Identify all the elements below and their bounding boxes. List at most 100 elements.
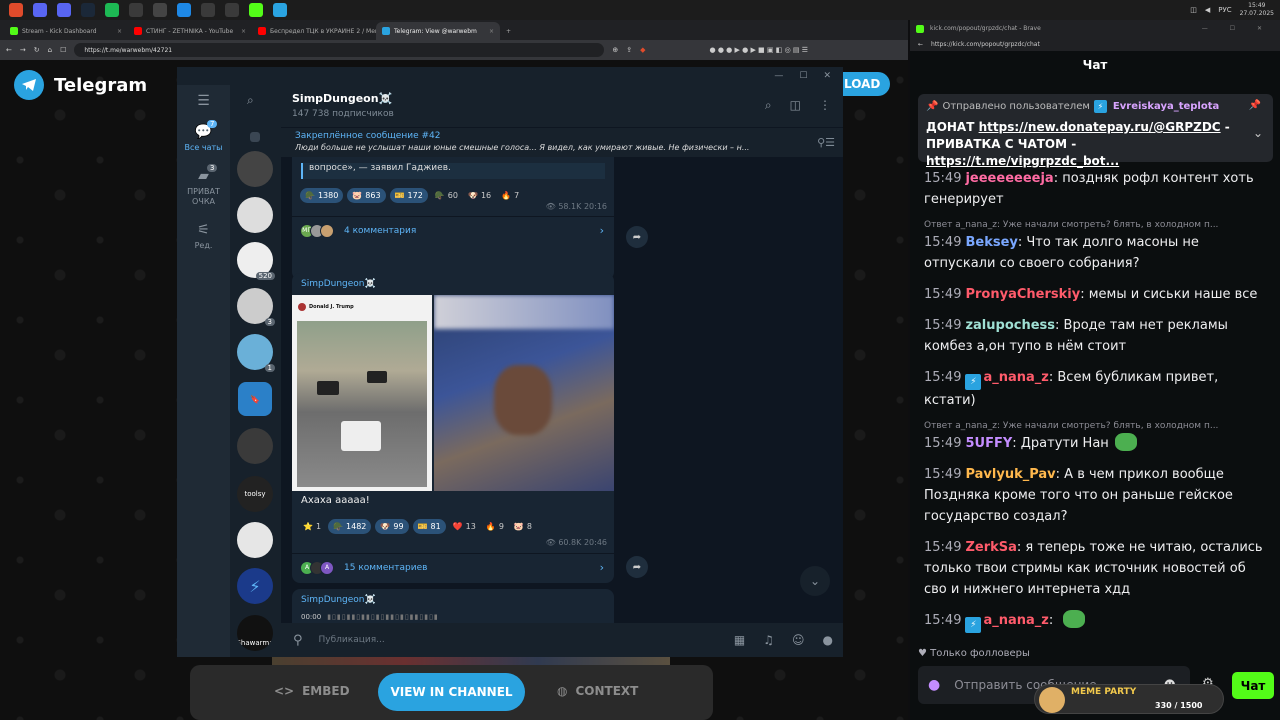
share-button[interactable]: ➦ [626, 226, 648, 248]
chevron-down-icon[interactable]: ⌄ [1253, 126, 1263, 140]
schedule-icon[interactable]: ▦ [734, 633, 745, 647]
folder-tab[interactable]: ⚟ Ред. [177, 221, 230, 251]
reaction-chip[interactable]: 🪖 1380 [300, 188, 344, 203]
close-tab-icon[interactable]: × [117, 28, 122, 35]
message-username[interactable]: Pavlyuk_Pav [965, 467, 1055, 482]
home-icon[interactable]: ⌂ [48, 46, 52, 54]
archive-icon[interactable] [250, 132, 260, 142]
unpin-icon[interactable]: 📌 [1249, 100, 1261, 111]
message-username[interactable]: zalupochess [965, 318, 1055, 333]
chat-avatar[interactable]: 🔖 [238, 382, 272, 416]
audio-player[interactable]: 00:00 ▮▯▮▯▮▮▯▮▮▯▮▯▮▮▯▮▯▮▮▯▮▯▮ [301, 613, 439, 621]
kick-icon[interactable] [249, 3, 263, 17]
pinned-message[interactable]: Закреплённое сообщение #42 Люди больше н… [281, 127, 843, 157]
chat-avatar[interactable] [237, 428, 273, 464]
message-username[interactable]: 5UFFY [965, 436, 1012, 451]
browser-tab[interactable]: Stream - Kick Dashboard × [4, 22, 128, 40]
message-username[interactable]: a_nana_z [983, 370, 1048, 385]
scroll-down-button[interactable]: ⌄ [800, 566, 830, 596]
close-tab-icon[interactable]: × [489, 28, 494, 35]
chat-avatar[interactable] [237, 197, 273, 233]
monitor-icon[interactable] [129, 3, 143, 17]
donate-link[interactable]: https://new.donatepay.ru/@GRPZDC [979, 120, 1221, 134]
chat-avatar[interactable]: 1 [237, 334, 275, 372]
reaction-chip[interactable]: ⭐ 1 [300, 519, 324, 534]
message-username[interactable]: Beksey [965, 235, 1017, 250]
chat-avatar[interactable]: Shawarma [237, 615, 273, 651]
url-field[interactable]: https://kick.com/popout/grpzdc/chat [931, 41, 1040, 48]
volume-icon[interactable]: ◀ [1205, 6, 1210, 14]
chat-avatar[interactable]: toolsy [237, 476, 273, 512]
terminal-icon[interactable] [225, 3, 239, 17]
download-button[interactable]: LOAD [836, 72, 890, 96]
reaction-chip[interactable]: 🎫 172 [389, 188, 428, 203]
back-icon[interactable]: ← [918, 41, 923, 48]
microphone-icon[interactable]: ● [823, 633, 833, 647]
url-field[interactable]: https://t.me/warwebm/42721 [74, 43, 605, 57]
emoji-icon[interactable]: ☺ [792, 633, 805, 647]
language-indicator[interactable]: РУС [1218, 6, 1231, 14]
xbox-icon[interactable] [153, 3, 167, 17]
folder-tab[interactable]: ▰ ПРИВАТ ОЧКА 3 [177, 164, 230, 207]
post-2-image-tweet[interactable]: Donald J. Trump [292, 295, 432, 491]
pinned-user[interactable]: Evreiskaya_teplota [1113, 101, 1219, 112]
reaction-chip[interactable]: ❤️ 13 [450, 519, 479, 534]
meme-party-widget[interactable]: MEME PARTY 330 / 1500 [1034, 684, 1224, 714]
paperclip-icon[interactable]: ⚲ [293, 633, 303, 648]
chat-avatar[interactable] [237, 151, 273, 187]
pin-list-icon[interactable]: ⚲☰ [817, 136, 835, 149]
steam-icon[interactable] [81, 3, 95, 17]
share-button[interactable]: ➦ [626, 556, 648, 578]
post-input[interactable] [318, 635, 699, 645]
spotify-icon[interactable] [105, 3, 119, 17]
channel-header[interactable]: SimpDungeon☠️ 147 738 подписчиков ⌕ ◫ ⋮ [281, 85, 843, 127]
close-icon[interactable]: ✕ [823, 71, 831, 81]
post-1-comments[interactable]: МП 4 комментария › [292, 216, 614, 244]
reaction-chip[interactable]: 🎫 81 [412, 519, 446, 534]
telegram-icon[interactable] [273, 3, 287, 17]
back-icon[interactable]: ← [6, 46, 12, 54]
close-tab-icon[interactable]: × [241, 28, 246, 35]
pinned-chat-message[interactable]: 📌 Отправлено пользователем ⚡ Evreiskaya_… [918, 94, 1273, 168]
post-2-image-blurred[interactable] [434, 295, 614, 491]
window-controls[interactable]: — ☐ ✕ [1202, 25, 1272, 32]
post-3-author[interactable]: SimpDungeon☠️ [292, 589, 614, 605]
embed-button[interactable]: <> EMBED [274, 684, 350, 698]
brave-shield-icon[interactable]: ◆ [640, 46, 645, 54]
sidebar-toggle-icon[interactable]: ◫ [790, 98, 801, 113]
telegram-logo[interactable]: Telegram [14, 70, 147, 100]
extensions-icon[interactable]: ● ● ● ▶ ● ▶ ■ ▣ ◧ ◎ ▤ ☰ [710, 46, 809, 54]
reply-preview[interactable]: Ответ a_nana_z: Уже начали смотреть? бля… [924, 421, 1264, 431]
reaction-chip[interactable]: 🐷 863 [347, 188, 386, 203]
post-2-author[interactable]: SimpDungeon☠️ [292, 273, 614, 289]
view-in-channel-button[interactable]: VIEW IN CHANNEL [378, 673, 525, 711]
private-link[interactable]: https://t.me/vipgrpzdc_bot... [926, 154, 1119, 168]
message-username[interactable]: ZerkSa [965, 540, 1016, 555]
reaction-chip[interactable]: 🐶 99 [375, 519, 409, 534]
browser-tab[interactable]: Telegram: View @warwebm × [376, 22, 500, 40]
message-username[interactable]: a_nana_z [983, 613, 1048, 628]
message-username[interactable]: PronyaCherskiy [965, 287, 1080, 302]
bookmark-icon[interactable]: ☐ [60, 46, 66, 54]
new-tab-button[interactable]: + [500, 22, 520, 40]
shield-icon[interactable] [9, 3, 23, 17]
reaction-chip[interactable]: 🪖 1482 [328, 519, 372, 534]
chat-send-button[interactable]: Чат [1232, 672, 1274, 699]
reply-preview[interactable]: Ответ a_nana_z: Уже начали смотреть? бля… [924, 220, 1264, 230]
browser-tab[interactable]: СТИНГ - ZETHNIKA - YouTube × [128, 22, 252, 40]
search-icon[interactable]: ⌕ [247, 93, 254, 108]
record-icon[interactable] [33, 3, 47, 17]
bell-icon[interactable]: ♫ [763, 633, 774, 647]
search-icon[interactable]: ⌕ [765, 98, 772, 113]
reaction-chip[interactable]: 🔥 9 [483, 519, 507, 534]
discord-icon[interactable] [57, 3, 71, 17]
microphone-icon[interactable]: ● [928, 677, 940, 693]
reaction-chip[interactable]: 🪖 60 [432, 188, 461, 203]
zoom-icon[interactable]: ⊕ [612, 46, 618, 54]
maximize-icon[interactable]: ☐ [799, 71, 807, 81]
reload-icon[interactable]: ↻ [34, 46, 40, 54]
chat-avatar[interactable]: 3 [237, 288, 275, 326]
forward-icon[interactable]: → [20, 46, 26, 54]
chat-avatar[interactable]: ⚡ [237, 568, 273, 604]
menu-icon[interactable]: ☰ [177, 89, 230, 113]
